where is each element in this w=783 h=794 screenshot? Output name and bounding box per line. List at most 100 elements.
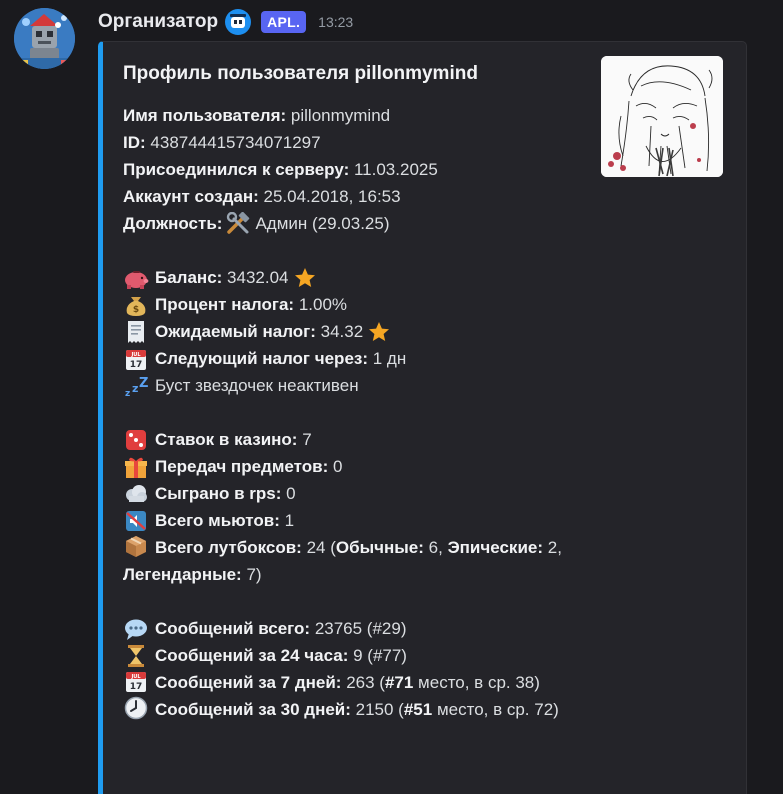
epic-label: Эпические: [447,538,544,557]
svg-text:Z: Z [139,376,148,391]
lootboxes-line: Всего лутбоксов: 24 (Обычные: 6, Эпическ… [123,534,583,588]
app-tag: APL. [261,11,307,33]
id-value: 438744415734071297 [150,133,321,152]
messages-week-label: Сообщений за 7 дней: [155,673,342,692]
common-value: 6, [428,538,443,557]
tax-rate-value: 1.00% [298,295,348,314]
messages-total-label: Сообщений всего: [155,619,311,638]
messages-week-line: JUL 17 Сообщений за 7 дней: 263 (#71 мес… [123,669,583,696]
casino-value: 7 [302,430,312,449]
messages-day-label: Сообщений за 24 часа: [155,646,349,665]
speech-bubble-icon [123,617,149,641]
star-icon [367,320,391,344]
mutes-value: 1 [284,511,295,530]
money-bag-icon: $ [123,293,149,317]
next-tax-line: JUL 17 Следующий налог через: 1 дн [123,345,583,372]
robot-avatar-icon [14,8,75,69]
messages-month-value: 2150 ( [355,700,404,719]
embed-description: Имя пользователя: pillonmymind ID: 43874… [123,102,583,723]
rps-line: Сыграно в rps: 0 [123,480,583,507]
created-line: Аккаунт создан: 25.04.2018, 16:53 [123,183,583,210]
boost-text: Буст звездочек неактивен [155,376,359,395]
embed-thumbnail[interactable] [601,56,723,177]
next-tax-value: 1 дн [372,349,407,368]
muted-speaker-icon [123,509,149,533]
profile-embed: Профиль пользователя pillonmymind Имя по… [98,41,747,794]
messages-month-line: Сообщений за 30 дней: 2150 (#51 место, в… [123,696,583,723]
author-avatar[interactable] [14,8,75,69]
expected-tax-label: Ожидаемый налог: [155,322,316,341]
svg-text:JUL: JUL [130,674,141,680]
messages-day-value: 9 (#77) [353,646,407,665]
dice-icon [123,428,149,452]
zzz-icon: z z Z [123,374,149,398]
messages-month-tail: место, в ср. 72) [436,700,559,719]
transfers-label: Передач предметов: [155,457,329,476]
transfers-value: 0 [332,457,343,476]
boost-line: z z Z Буст звездочек неактивен [123,372,583,399]
messages-week-value: 263 ( [346,673,385,692]
casino-label: Ставок в казино: [155,430,298,449]
role-label: Должность: [123,214,223,233]
messages-month-rank: #51 [403,700,433,719]
hourglass-icon [123,644,149,668]
receipt-icon [123,320,149,344]
svg-text:z: z [125,389,130,398]
cloud-icon [123,482,149,506]
star-icon [293,266,317,290]
role-value: Админ (29.03.25) [255,214,390,233]
piggy-bank-icon [123,266,149,290]
legendary-label: Легендарные: [123,565,242,584]
epic-value: 2, [547,538,562,557]
messages-total-line: Сообщений всего: 23765 (#29) [123,615,583,642]
created-label: Аккаунт создан: [123,187,259,206]
casino-line: Ставок в казино: 7 [123,426,583,453]
mutes-label: Всего мьютов: [155,511,280,530]
sketch-avatar-thumbnail [601,56,723,177]
username-label: Имя пользователя: [123,106,287,125]
messages-day-line: Сообщений за 24 часа: 9 (#77) [123,642,583,669]
tax-rate-label: Процент налога: [155,295,295,314]
joined-line: Присоединился к серверу: 11.03.2025 [123,156,583,183]
chat-message: Организатор APL. 13:23 Профиль пользоват… [0,0,783,794]
svg-text:JUL: JUL [130,352,141,358]
role-line: Должность: Админ (29.03.25) [123,210,583,237]
next-tax-label: Следующий налог через: [155,349,369,368]
common-label: Обычные: [335,538,424,557]
rps-value: 0 [286,484,296,503]
rps-label: Сыграно в rps: [155,484,282,503]
bot-badge-icon [224,8,252,36]
gift-icon [123,455,149,479]
message-timestamp[interactable]: 13:23 [318,14,353,30]
tax-rate-line: $ Процент налога: 1.00% [123,291,583,318]
lootboxes-value: 24 [306,538,326,557]
legendary-value: 7) [246,565,262,584]
joined-value: 11.03.2025 [353,160,438,179]
clock-icon [123,696,149,720]
lootboxes-label: Всего лутбоксов: [155,538,302,557]
svg-text:17: 17 [130,360,143,370]
username-line: Имя пользователя: pillonmymind [123,102,583,129]
joined-label: Присоединился к серверу: [123,160,350,179]
message-header: Организатор APL. 13:23 [98,8,353,36]
id-label: ID: [123,133,146,152]
calendar-icon: JUL 17 [123,347,149,371]
author-name[interactable]: Организатор [98,11,218,33]
created-value: 25.04.2018, 16:53 [263,187,401,206]
expected-tax-value: 34.32 [320,322,364,341]
id-line: ID: 438744415734071297 [123,129,583,156]
transfers-line: Передач предметов: 0 [123,453,583,480]
username-value: pillonmymind [290,106,391,125]
svg-text:z: z [132,382,138,395]
svg-text:17: 17 [130,682,143,692]
calendar-icon: JUL 17 [123,669,149,693]
mutes-line: Всего мьютов: 1 [123,507,583,534]
messages-month-label: Сообщений за 30 дней: [155,700,351,719]
package-icon [123,534,149,558]
messages-total-value: 23765 (#29) [314,619,407,638]
embed-title: Профиль пользователя pillonmymind [123,63,478,84]
messages-week-tail: место, в ср. 38) [418,673,540,692]
balance-line: Баланс: 3432.04 [123,264,583,291]
expected-tax-line: Ожидаемый налог: 34.32 [123,318,583,345]
messages-week-rank: #71 [384,673,414,692]
